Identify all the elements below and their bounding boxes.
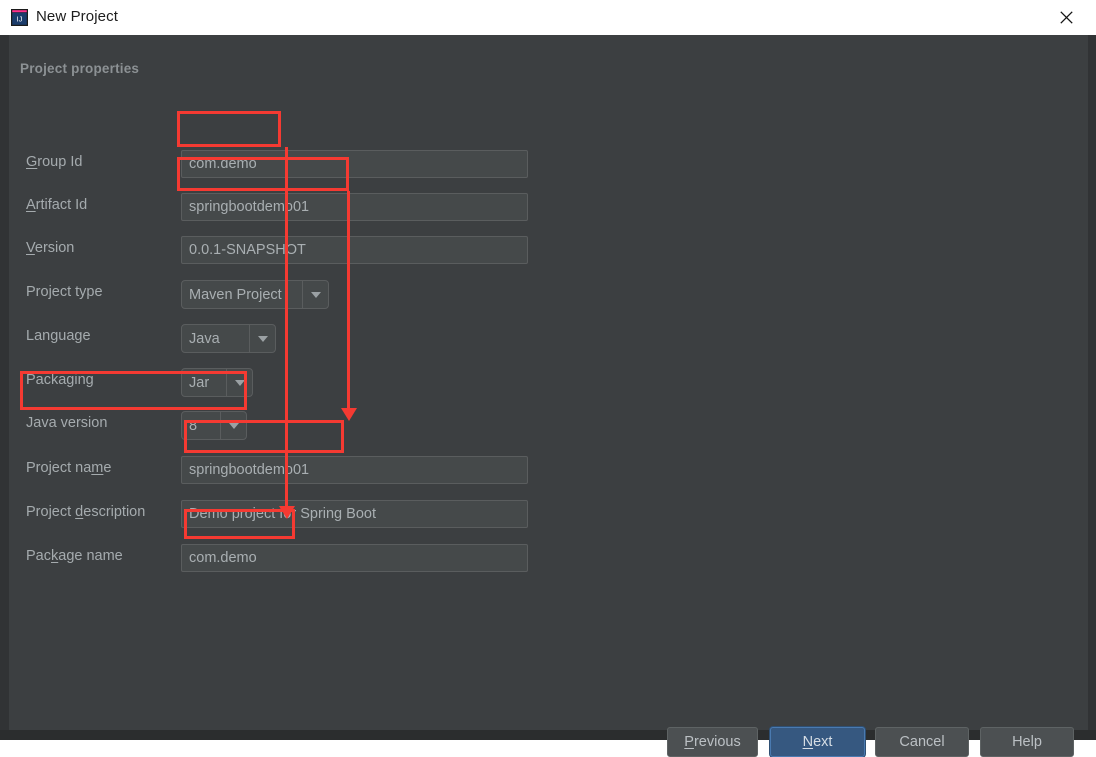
chevron-down-icon[interactable] [302,281,328,308]
label-artifact-id: Artifact Id [26,197,88,213]
previous-button[interactable]: Previous [667,727,758,757]
input-value-project-name: springbootdemo01 [189,462,310,478]
label-language: Language [26,328,91,344]
combobox-language[interactable]: Java [181,324,276,353]
input-project-name[interactable]: springbootdemo01 [181,456,528,484]
help-button[interactable]: Help [980,727,1074,757]
chevron-down-icon[interactable] [226,369,252,396]
input-value-package-name: com.demo [189,550,257,566]
new-project-dialog-window: IJ New Project Project properties Group … [0,0,1096,757]
combobox-value-language: Java [189,330,220,347]
input-value-version: 0.0.1-SNAPSHOT [189,242,306,258]
intellij-idea-icon: IJ [11,9,28,26]
input-value-group-id: com.demo [189,156,257,172]
close-icon[interactable] [1044,0,1088,35]
label-java-version: Java version [26,415,108,431]
combobox-java-version[interactable]: 8 [181,411,247,440]
label-packaging: Packaging [26,372,94,388]
input-artifact-id[interactable]: springbootdemo01 [181,193,528,221]
title-bar: IJ New Project [0,0,1096,35]
cancel-button[interactable]: Cancel [875,727,969,757]
dialog-body: Project properties Group Id com.demo Artif… [0,35,1096,757]
input-value-artifact-id: springbootdemo01 [189,199,310,215]
next-button[interactable]: Next [770,727,865,757]
combobox-project-type[interactable]: Maven Project [181,280,329,309]
input-package-name[interactable]: com.demo [181,544,528,572]
chevron-down-icon[interactable] [220,412,246,439]
input-project-description[interactable]: Demo project for Spring Boot [181,500,528,528]
project-properties-form: Group Id com.demo Artifact Id springbootdem… [0,35,1096,740]
label-package-name: Package name [26,548,123,564]
label-project-name: Project name [26,460,112,476]
combobox-packaging[interactable]: Jar [181,368,253,397]
label-project-type: Project type [26,284,103,300]
combobox-value-project-type: Maven Project [189,286,282,303]
combobox-value-packaging: Jar [189,374,210,391]
label-project-description: Project description [26,504,146,520]
label-group-id: Group Id [26,154,83,170]
input-value-project-description: Demo project for Spring Boot [189,506,376,522]
label-version: Version [26,240,75,256]
chevron-down-icon[interactable] [249,325,275,352]
combobox-value-java-version: 8 [189,417,198,434]
window-title: New Project [36,8,118,25]
svg-text:IJ: IJ [17,15,23,24]
input-group-id[interactable]: com.demo [181,150,528,178]
input-version[interactable]: 0.0.1-SNAPSHOT [181,236,528,264]
